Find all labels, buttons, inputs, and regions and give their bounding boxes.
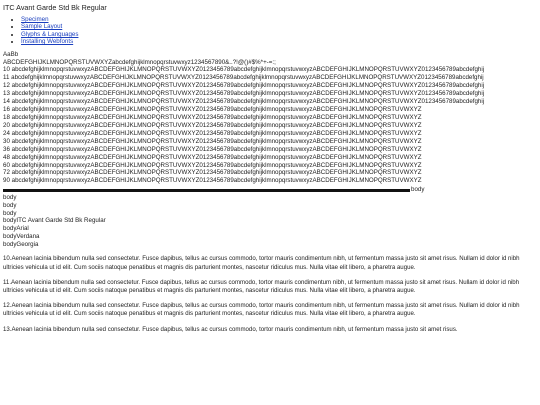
size-sample-text: abcdefghijklmnopqrstuvwxyzABCDEFGHIJKLMN… [11, 177, 422, 185]
size-row: 30 abcdefghijklmnopqrstuvwxyzABCDEFGHIJK… [3, 138, 540, 146]
size-label: 20 [3, 121, 10, 129]
size-label: 16 [3, 105, 10, 113]
size-row: 90 abcdefghijklmnopqrstuvwxyzABCDEFGHIJK… [3, 177, 540, 185]
stack-line: body [3, 209, 17, 217]
paragraph-samples: 10.Aenean lacinia bibendum nulla sed con… [3, 255, 540, 334]
charset-line: ABCDEFGHIJKLMNOPQRSTUVWXYZabcdefghijklmn… [3, 58, 276, 66]
size-sample-text: abcdefghijklmnopqrstuvwxyzABCDEFGHIJKLMN… [11, 137, 422, 145]
size-label: 48 [3, 153, 10, 161]
size-label: 10 [3, 66, 10, 74]
size-sample-text: abcdefghijklmnopqrstuvwxyzABCDEFGHIJKLMN… [11, 90, 485, 98]
paragraph-size: 13 [3, 325, 10, 333]
nav-item: Glyphs & Languages [21, 31, 540, 38]
black-bar-label: body [411, 186, 425, 194]
paragraph-size: 12 [3, 302, 10, 310]
paragraph-sample: 12.Aenean lacinia bibendum nulla sed con… [3, 302, 520, 318]
paragraph-text: Aenean lacinia bibendum nulla sed consec… [3, 302, 520, 318]
size-sample-text: abcdefghijklmnopqrstuvwxyzABCDEFGHIJKLMN… [11, 169, 422, 177]
size-row: 11 abcdefghijklmnopqrstuvwxyzABCDEFGHIJK… [3, 74, 540, 82]
size-label: 72 [3, 169, 10, 177]
size-waterfall: 10 abcdefghijklmnopqrstuvwxyzABCDEFGHIJK… [3, 66, 540, 185]
nav-item: Installing Webfonts [21, 38, 540, 45]
size-row: 36 abcdefghijklmnopqrstuvwxyzABCDEFGHIJK… [3, 146, 540, 154]
font-stack-lines: body body body bodyITC Avant Garde Std Bk R… [3, 194, 540, 248]
paragraph-text: Aenean lacinia bibendum nulla sed consec… [3, 255, 520, 271]
nav-list: Specimen Sample Layout Glyphs & Language… [3, 16, 540, 46]
size-sample-text: abcdefghijklmnopqrstuvwxyzABCDEFGHIJKLMN… [11, 153, 422, 161]
aa-sample: AaBb [3, 50, 19, 58]
paragraph-text: Aenean lacinia bibendum nulla sed consec… [11, 325, 458, 333]
size-row: 10 abcdefghijklmnopqrstuvwxyzABCDEFGHIJK… [3, 66, 540, 74]
size-label: 60 [3, 161, 10, 169]
stack-line: bodyGeorgia [3, 240, 39, 248]
size-label: 12 [3, 82, 10, 90]
size-row: 48 abcdefghijklmnopqrstuvwxyzABCDEFGHIJK… [3, 154, 540, 162]
nav-item: Specimen [21, 16, 540, 23]
size-sample-text: abcdefghijklmnopqrstuvwxyzABCDEFGHIJKLMN… [11, 105, 422, 113]
nav-link-installing-webfonts[interactable]: Installing Webfonts [21, 38, 73, 45]
size-label: 11 [3, 74, 10, 82]
size-row: 13 abcdefghijklmnopqrstuvwxyzABCDEFGHIJK… [3, 90, 540, 98]
size-sample-text: abcdefghijklmnopqrstuvwxyzABCDEFGHIJKLMN… [11, 145, 422, 153]
size-sample-text: abcdefghijklmnopqrstuvwxyzABCDEFGHIJKLMN… [11, 129, 422, 137]
size-sample-text: abcdefghijklmnopqrstuvwxyzABCDEFGHIJKLMN… [11, 74, 484, 82]
stack-line: body [3, 201, 17, 209]
size-sample-text: abcdefghijklmnopqrstuvwxyzABCDEFGHIJKLMN… [11, 98, 485, 105]
specimen-page: ITC Avant Garde Std Bk Regular Specimen … [3, 3, 540, 334]
size-label: 24 [3, 129, 10, 137]
size-sample-text: abcdefghijklmnopqrstuvwxyzABCDEFGHIJKLMN… [11, 161, 422, 169]
size-label: 90 [3, 177, 10, 185]
black-bar [3, 188, 410, 192]
size-sample-text: abcdefghijklmnopqrstuvwxyzABCDEFGHIJKLMN… [11, 121, 422, 129]
nav-link-specimen[interactable]: Specimen [21, 16, 49, 23]
stack-line: bodyArial [3, 225, 29, 233]
size-row: 14 abcdefghijklmnopqrstuvwxyzABCDEFGHIJK… [3, 98, 540, 106]
paragraph-sample: 10.Aenean lacinia bibendum nulla sed con… [3, 255, 520, 271]
size-label: 14 [3, 98, 10, 105]
nav-item: Sample Layout [21, 23, 540, 30]
size-sample-text: abcdefghijklmnopqrstuvwxyzABCDEFGHIJKLMN… [11, 66, 485, 74]
stack-line: bodyVerdana [3, 232, 40, 240]
paragraph-sample: 11.Aenean lacinia bibendum nulla sed con… [3, 278, 520, 294]
size-row: 24 abcdefghijklmnopqrstuvwxyzABCDEFGHIJK… [3, 130, 540, 138]
page-title: ITC Avant Garde Std Bk Regular [3, 3, 107, 12]
size-row: 16 abcdefghijklmnopqrstuvwxyzABCDEFGHIJK… [3, 106, 540, 114]
size-sample-text: abcdefghijklmnopqrstuvwxyzABCDEFGHIJKLMN… [11, 82, 485, 90]
size-label: 13 [3, 90, 10, 98]
nav-link-glyphs-languages[interactable]: Glyphs & Languages [21, 31, 78, 38]
nav-link-sample-layout[interactable]: Sample Layout [21, 23, 62, 30]
size-row: 72 abcdefghijklmnopqrstuvwxyzABCDEFGHIJK… [3, 169, 540, 177]
size-row: 12 abcdefghijklmnopqrstuvwxyzABCDEFGHIJK… [3, 82, 540, 90]
black-bar-row: body [3, 186, 540, 194]
stack-line: bodyITC Avant Garde Std Bk Regular [3, 217, 106, 225]
size-row: 20 abcdefghijklmnopqrstuvwxyzABCDEFGHIJK… [3, 122, 540, 130]
paragraph-size: 10 [3, 255, 10, 263]
paragraph-sample: 13.Aenean lacinia bibendum nulla sed con… [3, 325, 458, 333]
stack-line: body [3, 194, 17, 202]
size-label: 30 [3, 137, 10, 145]
size-row: 18 abcdefghijklmnopqrstuvwxyzABCDEFGHIJK… [3, 114, 540, 122]
size-label: 36 [3, 145, 10, 153]
size-sample-text: abcdefghijklmnopqrstuvwxyzABCDEFGHIJKLMN… [11, 113, 422, 121]
paragraph-text: Aenean lacinia bibendum nulla sed consec… [3, 278, 520, 294]
size-row: 60 abcdefghijklmnopqrstuvwxyzABCDEFGHIJK… [3, 162, 540, 170]
size-label: 18 [3, 113, 10, 121]
